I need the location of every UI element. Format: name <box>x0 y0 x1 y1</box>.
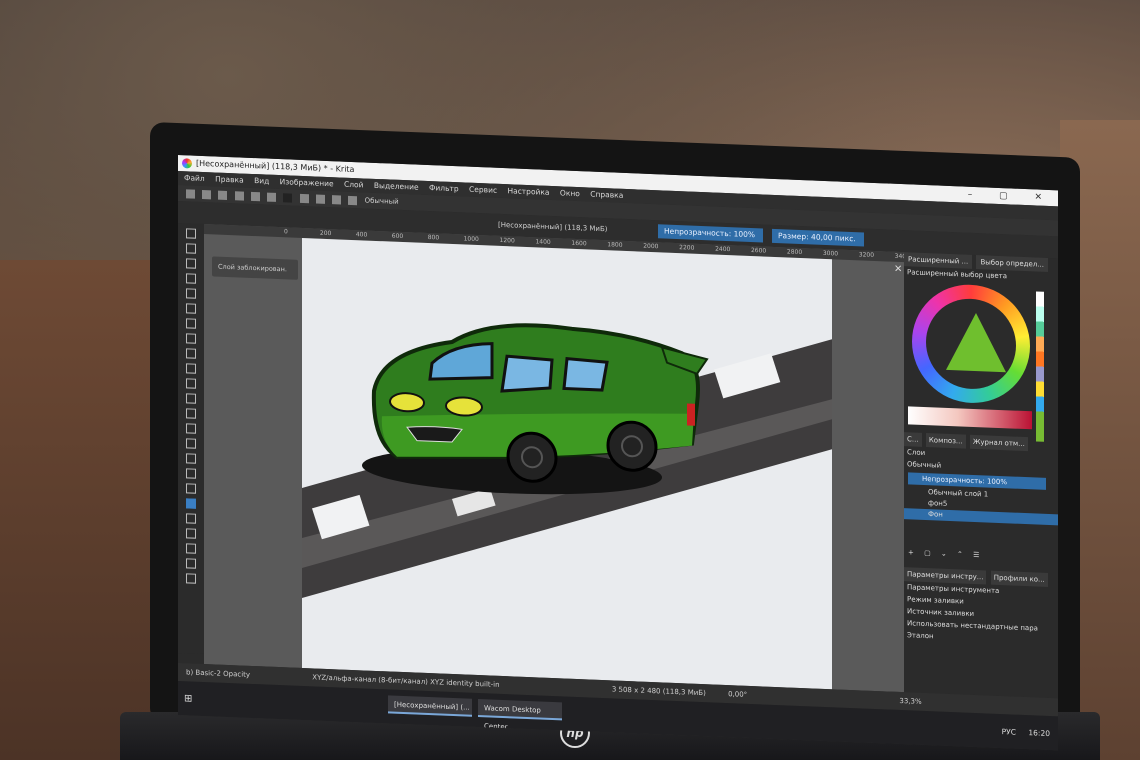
system-tray: РУС 16:20 <box>1002 722 1050 744</box>
measure-tool-icon[interactable] <box>186 543 196 554</box>
menu-edit[interactable]: Правка <box>215 174 244 184</box>
menu-file[interactable]: Файл <box>184 173 205 183</box>
layer-locked-notice: Слой заблокирован. <box>212 256 298 280</box>
maximize-button[interactable]: ▢ <box>999 191 1020 202</box>
car-window-rear <box>562 357 609 392</box>
brush-size-slider[interactable]: Размер: 40,00 пикс. <box>772 228 864 247</box>
opacity-slider[interactable]: Непрозрачность: 100% <box>658 224 763 243</box>
menu-select[interactable]: Выделение <box>374 181 419 192</box>
save-icon[interactable] <box>218 190 228 200</box>
car-headlight-left <box>389 392 425 413</box>
drawing-paper[interactable] <box>302 237 832 690</box>
menu-settings[interactable]: Настройка <box>507 186 549 197</box>
smart-patch-tool-icon[interactable] <box>186 513 196 524</box>
fill-tool-icon[interactable] <box>186 498 196 509</box>
blend-mode-select[interactable]: Обычный <box>365 196 399 205</box>
background-color-icon[interactable] <box>299 193 309 203</box>
polyline-tool-icon[interactable] <box>186 363 196 374</box>
menu-window[interactable]: Окно <box>560 188 580 198</box>
pan-tool-icon[interactable] <box>186 573 196 584</box>
image-size-status: 3 508 x 2 480 (118,3 МиБ) <box>611 685 706 698</box>
freehand-brush-tool-icon[interactable] <box>186 288 196 299</box>
assistant-tool-icon[interactable] <box>186 528 196 539</box>
car-drawing <box>302 323 832 598</box>
close-window-button[interactable]: ✕ <box>1034 192 1054 203</box>
pattern-icon[interactable] <box>315 194 325 204</box>
tab-compositions[interactable]: Композ... <box>925 433 966 449</box>
start-button-icon[interactable]: ⊞ <box>184 689 192 709</box>
color-shade-bar[interactable] <box>908 406 1032 430</box>
line-tool-icon[interactable] <box>186 303 196 314</box>
bezier-tool-icon[interactable] <box>186 378 196 389</box>
dynamic-brush-tool-icon[interactable] <box>186 408 196 419</box>
right-docker: Расширенный ... Выбор определ... Расшире… <box>904 252 1058 699</box>
color-history-swatches[interactable] <box>1036 291 1044 442</box>
brush-preset-icon[interactable] <box>348 195 358 205</box>
rotation-status[interactable]: 0,00° <box>728 690 747 699</box>
zoom-tool-icon[interactable] <box>186 558 196 569</box>
taskbar-item-krita[interactable]: [Несохранённый] (... <box>388 695 472 717</box>
menu-tools[interactable]: Сервис <box>469 185 497 195</box>
canvas-area[interactable]: 0 200 400 600 800 1000 1200 1400 1600 18… <box>204 224 910 693</box>
gradient-tool-icon[interactable] <box>186 468 196 479</box>
move-tool-icon[interactable] <box>186 438 196 449</box>
new-document-icon[interactable] <box>186 188 195 199</box>
transform-tool-icon[interactable] <box>186 453 196 464</box>
car-headlight-right <box>445 396 483 417</box>
menu-image[interactable]: Изображение <box>280 177 334 188</box>
crop-tool-icon[interactable] <box>186 423 196 434</box>
tab-layers-short[interactable]: С... <box>904 432 922 447</box>
car-wheel-rear <box>606 420 658 472</box>
zoom-status[interactable]: 33,3% <box>899 697 921 706</box>
freehand-path-tool-icon[interactable] <box>186 393 196 404</box>
close-canvas-icon[interactable]: ✕ <box>894 264 902 275</box>
open-icon[interactable] <box>202 189 212 199</box>
color-picker-tool-icon[interactable] <box>186 483 196 494</box>
calligraphy-tool-icon[interactable] <box>186 273 196 284</box>
minimize-button[interactable]: – <box>968 190 985 201</box>
select-shapes-tool-icon[interactable] <box>186 228 196 239</box>
taskbar-item-wacom[interactable]: Wacom Desktop Center <box>478 699 562 731</box>
polygon-tool-icon[interactable] <box>186 348 196 359</box>
menu-layer[interactable]: Слой <box>344 180 364 190</box>
edit-shapes-tool-icon[interactable] <box>186 258 196 269</box>
language-indicator[interactable]: РУС <box>1002 727 1016 737</box>
gradient-icon[interactable] <box>332 194 342 205</box>
menu-help[interactable]: Справка <box>590 190 623 200</box>
redo-icon[interactable] <box>250 191 260 201</box>
layer-buttons[interactable]: + ▢ ⌄ ⌃ ☰ <box>904 545 1058 565</box>
car-window-middle <box>500 354 554 393</box>
toolbox <box>178 223 204 655</box>
laptop-screen: [Несохранённый] (118,3 МиБ) * - Krita – … <box>178 155 1058 751</box>
color-wheel[interactable] <box>912 282 1030 406</box>
color-wheel-inner <box>926 297 1016 391</box>
menu-filter[interactable]: Фильтр <box>429 183 459 193</box>
undo-icon[interactable] <box>234 190 244 201</box>
clock[interactable]: 16:20 <box>1028 728 1050 738</box>
menu-view[interactable]: Вид <box>254 176 269 186</box>
car-wheel-front <box>506 431 558 483</box>
color-triangle[interactable] <box>946 311 1006 373</box>
ruler-tick: 3200 <box>858 251 875 259</box>
foreground-color-icon[interactable] <box>283 192 293 203</box>
eraser-icon[interactable] <box>267 192 277 202</box>
ruler-tick: 0 <box>284 228 288 236</box>
ellipse-tool-icon[interactable] <box>186 333 196 344</box>
text-tool-icon[interactable] <box>186 243 196 254</box>
tab-undo-history[interactable]: Журнал отм... <box>969 434 1028 452</box>
car-taillight <box>687 403 695 426</box>
brush-preset-status[interactable]: b) Basic-2 Opacity <box>186 668 250 679</box>
rectangle-tool-icon[interactable] <box>186 318 196 329</box>
krita-app-icon <box>182 158 192 169</box>
